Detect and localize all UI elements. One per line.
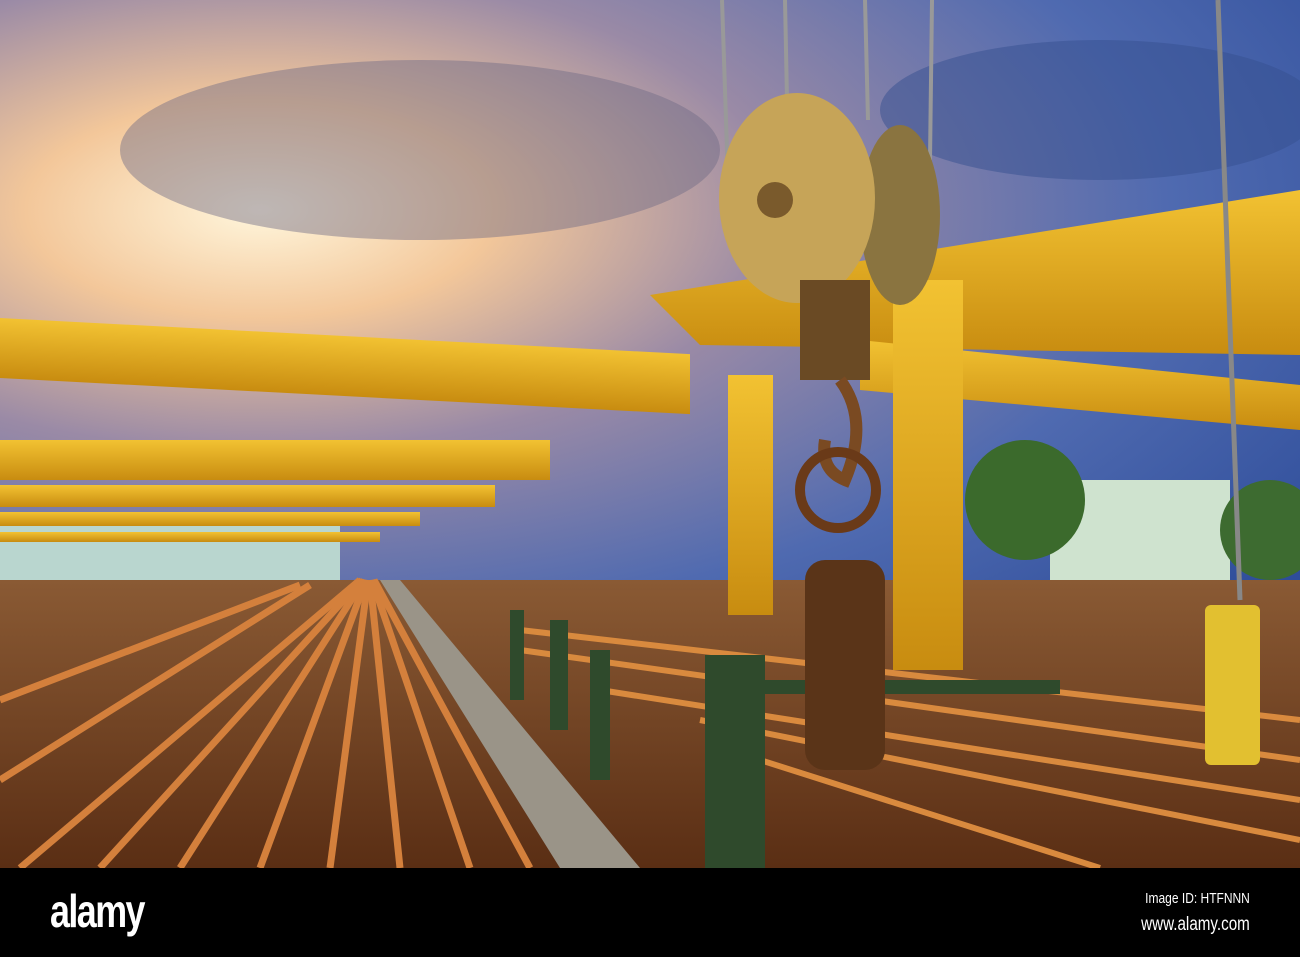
crane-railyard-photo [0, 0, 1300, 868]
cloud [880, 40, 1300, 180]
site-url: www.alamy.com [1141, 914, 1250, 935]
alamy-logo: alamy [50, 885, 146, 937]
image-id: Image ID: HTFNNN [1145, 890, 1250, 907]
watermark-footer: alamy Image ID: HTFNNN www.alamy.com [0, 868, 1300, 957]
stock-photo: alamy Image ID: HTFNNN www.alamy.com [0, 0, 1300, 957]
tree [965, 440, 1085, 560]
cloud [120, 60, 720, 240]
